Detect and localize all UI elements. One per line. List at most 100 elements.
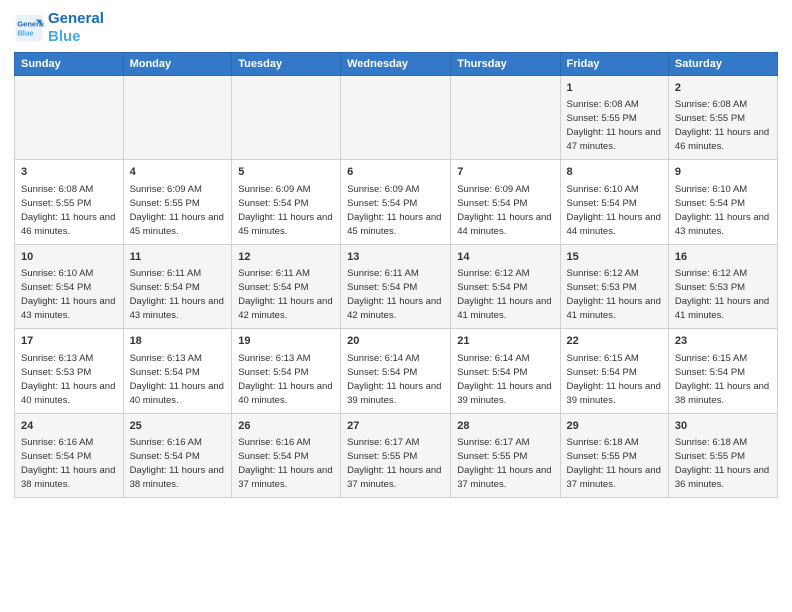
day-number: 14: [457, 250, 553, 265]
day-cell: 19Sunrise: 6:13 AM Sunset: 5:54 PM Dayli…: [232, 329, 341, 413]
day-number: 9: [675, 165, 771, 180]
day-cell: 4Sunrise: 6:09 AM Sunset: 5:55 PM Daylig…: [123, 160, 232, 244]
day-info: Sunrise: 6:09 AM Sunset: 5:54 PM Dayligh…: [457, 184, 551, 237]
day-info: Sunrise: 6:11 AM Sunset: 5:54 PM Dayligh…: [347, 268, 441, 321]
day-cell: 6 Sunrise: 6:09 AM Sunset: 5:54 PM Daylig…: [341, 160, 451, 244]
day-cell: [123, 76, 232, 160]
day-number: 26: [238, 419, 334, 434]
day-number: 28: [457, 419, 553, 434]
day-cell: 1 Sunrise: 6:08 AM Sunset: 5:55 PM Daylig…: [560, 76, 668, 160]
day-info: Sunrise: 6:10 AM Sunset: 5:54 PM Dayligh…: [567, 184, 661, 237]
day-cell: 28 Sunrise: 6:17 AM Sunset: 5:55 PM Dayli…: [451, 413, 560, 497]
day-info: Sunrise: 6:09 AM Sunset: 5:55 PM Dayligh…: [130, 184, 224, 237]
weekday-header-row: SundayMondayTuesdayWednesdayThursdayFrid…: [15, 53, 778, 76]
weekday-header-thursday: Thursday: [451, 53, 560, 76]
day-info: Sunrise: 6:17 AM Sunset: 5:55 PM Dayligh…: [347, 437, 441, 490]
day-info: Sunrise: 6:10 AM Sunset: 5:54 PM Dayligh…: [21, 268, 115, 321]
day-info: Sunrise: 6:08 AM Sunset: 5:55 PM Dayligh…: [21, 184, 115, 237]
day-number: 23: [675, 334, 771, 349]
day-number: 20: [347, 334, 444, 349]
logo-text: GeneralBlue: [48, 10, 104, 46]
day-cell: 20 Sunrise: 6:14 AM Sunset: 5:54 PM Dayli…: [341, 329, 451, 413]
day-info: Sunrise: 6:18 AM Sunset: 5:55 PM Dayligh…: [675, 437, 769, 490]
day-cell: 16 Sunrise: 6:12 AM Sunset: 5:53 PM Dayli…: [668, 244, 777, 328]
day-cell: 8 Sunrise: 6:10 AM Sunset: 5:54 PM Daylig…: [560, 160, 668, 244]
day-cell: 25 Sunrise: 6:16 AM Sunset: 5:54 PM Dayli…: [123, 413, 232, 497]
day-number: 8: [567, 165, 662, 180]
day-info: Sunrise: 6:08 AM Sunset: 5:55 PM Dayligh…: [567, 99, 661, 152]
day-number: 7: [457, 165, 553, 180]
day-info: Sunrise: 6:12 AM Sunset: 5:53 PM Dayligh…: [675, 268, 769, 321]
day-number: 24: [21, 419, 117, 434]
day-cell: 29 Sunrise: 6:18 AM Sunset: 5:55 PM Dayli…: [560, 413, 668, 497]
day-cell: 11Sunrise: 6:11 AM Sunset: 5:54 PM Dayli…: [123, 244, 232, 328]
day-info: Sunrise: 6:13 AM Sunset: 5:54 PM Dayligh…: [130, 353, 224, 406]
day-info: Sunrise: 6:08 AM Sunset: 5:55 PM Dayligh…: [675, 99, 769, 152]
day-number: 12: [238, 250, 334, 265]
day-cell: [451, 76, 560, 160]
day-cell: 12Sunrise: 6:11 AM Sunset: 5:54 PM Dayli…: [232, 244, 341, 328]
header: General Blue GeneralBlue: [14, 10, 778, 46]
day-number: 30: [675, 419, 771, 434]
day-cell: [341, 76, 451, 160]
day-number: 2: [675, 81, 771, 96]
day-number: 29: [567, 419, 662, 434]
day-info: Sunrise: 6:13 AM Sunset: 5:53 PM Dayligh…: [21, 353, 115, 406]
day-number: 18: [130, 334, 226, 349]
day-cell: 27 Sunrise: 6:17 AM Sunset: 5:55 PM Dayli…: [341, 413, 451, 497]
day-number: 5: [238, 165, 334, 180]
weekday-header-sunday: Sunday: [15, 53, 124, 76]
day-number: 6: [347, 165, 444, 180]
week-row-3: 17Sunrise: 6:13 AM Sunset: 5:53 PM Dayli…: [15, 329, 778, 413]
day-cell: 30 Sunrise: 6:18 AM Sunset: 5:55 PM Dayli…: [668, 413, 777, 497]
day-info: Sunrise: 6:09 AM Sunset: 5:54 PM Dayligh…: [238, 184, 332, 237]
day-number: 25: [130, 419, 226, 434]
day-cell: 18 Sunrise: 6:13 AM Sunset: 5:54 PM Dayli…: [123, 329, 232, 413]
day-info: Sunrise: 6:09 AM Sunset: 5:54 PM Dayligh…: [347, 184, 441, 237]
day-number: 1: [567, 81, 662, 96]
weekday-header-saturday: Saturday: [668, 53, 777, 76]
weekday-header-tuesday: Tuesday: [232, 53, 341, 76]
weekday-header-wednesday: Wednesday: [341, 53, 451, 76]
day-info: Sunrise: 6:12 AM Sunset: 5:53 PM Dayligh…: [567, 268, 661, 321]
day-info: Sunrise: 6:10 AM Sunset: 5:54 PM Dayligh…: [675, 184, 769, 237]
calendar: SundayMondayTuesdayWednesdayThursdayFrid…: [14, 52, 778, 498]
day-cell: 3 Sunrise: 6:08 AM Sunset: 5:55 PM Daylig…: [15, 160, 124, 244]
day-number: 15: [567, 250, 662, 265]
day-cell: 21Sunrise: 6:14 AM Sunset: 5:54 PM Dayli…: [451, 329, 560, 413]
day-info: Sunrise: 6:15 AM Sunset: 5:54 PM Dayligh…: [675, 353, 769, 406]
day-info: Sunrise: 6:11 AM Sunset: 5:54 PM Dayligh…: [130, 268, 224, 321]
week-row-2: 10 Sunrise: 6:10 AM Sunset: 5:54 PM Dayli…: [15, 244, 778, 328]
calendar-body: 1 Sunrise: 6:08 AM Sunset: 5:55 PM Daylig…: [15, 76, 778, 498]
page: General Blue GeneralBlue SundayMondayTue…: [0, 0, 792, 612]
day-cell: 24 Sunrise: 6:16 AM Sunset: 5:54 PM Dayli…: [15, 413, 124, 497]
week-row-1: 3 Sunrise: 6:08 AM Sunset: 5:55 PM Daylig…: [15, 160, 778, 244]
day-number: 10: [21, 250, 117, 265]
day-number: 13: [347, 250, 444, 265]
day-cell: 2 Sunrise: 6:08 AM Sunset: 5:55 PM Daylig…: [668, 76, 777, 160]
day-info: Sunrise: 6:18 AM Sunset: 5:55 PM Dayligh…: [567, 437, 661, 490]
day-cell: 5 Sunrise: 6:09 AM Sunset: 5:54 PM Daylig…: [232, 160, 341, 244]
day-info: Sunrise: 6:16 AM Sunset: 5:54 PM Dayligh…: [130, 437, 224, 490]
week-row-4: 24 Sunrise: 6:16 AM Sunset: 5:54 PM Dayli…: [15, 413, 778, 497]
day-cell: 7 Sunrise: 6:09 AM Sunset: 5:54 PM Daylig…: [451, 160, 560, 244]
day-info: Sunrise: 6:17 AM Sunset: 5:55 PM Dayligh…: [457, 437, 551, 490]
day-cell: 14Sunrise: 6:12 AM Sunset: 5:54 PM Dayli…: [451, 244, 560, 328]
logo: General Blue GeneralBlue: [14, 10, 104, 46]
day-cell: 10 Sunrise: 6:10 AM Sunset: 5:54 PM Dayli…: [15, 244, 124, 328]
day-info: Sunrise: 6:16 AM Sunset: 5:54 PM Dayligh…: [21, 437, 115, 490]
day-info: Sunrise: 6:14 AM Sunset: 5:54 PM Dayligh…: [347, 353, 441, 406]
calendar-header: SundayMondayTuesdayWednesdayThursdayFrid…: [15, 53, 778, 76]
day-number: 3: [21, 165, 117, 180]
logo-icon: General Blue: [14, 13, 44, 43]
day-info: Sunrise: 6:14 AM Sunset: 5:54 PM Dayligh…: [457, 353, 551, 406]
week-row-0: 1 Sunrise: 6:08 AM Sunset: 5:55 PM Daylig…: [15, 76, 778, 160]
svg-text:Blue: Blue: [17, 29, 33, 38]
day-cell: 13 Sunrise: 6:11 AM Sunset: 5:54 PM Dayli…: [341, 244, 451, 328]
day-number: 27: [347, 419, 444, 434]
day-cell: 23 Sunrise: 6:15 AM Sunset: 5:54 PM Dayli…: [668, 329, 777, 413]
day-number: 16: [675, 250, 771, 265]
day-number: 19: [238, 334, 334, 349]
weekday-header-monday: Monday: [123, 53, 232, 76]
day-cell: 17Sunrise: 6:13 AM Sunset: 5:53 PM Dayli…: [15, 329, 124, 413]
